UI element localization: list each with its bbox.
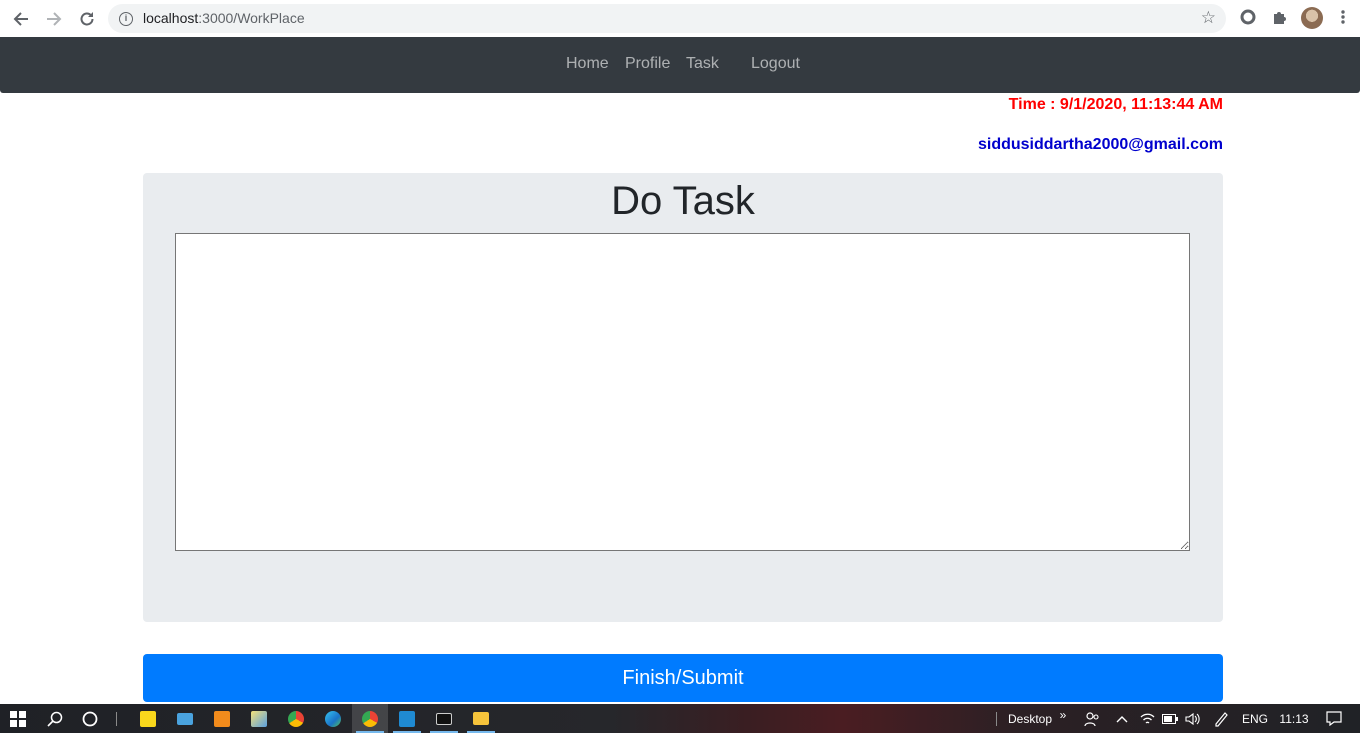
forward-arrow-icon[interactable]	[42, 7, 66, 31]
windows-start-icon[interactable]	[0, 704, 36, 733]
people-icon[interactable]	[1080, 704, 1104, 733]
extension-circle-icon[interactable]	[1240, 9, 1256, 30]
chevron-up-icon[interactable]	[1112, 704, 1132, 733]
action-center-icon[interactable]	[1320, 704, 1348, 733]
nav-task-link[interactable]: Task	[686, 55, 719, 73]
back-arrow-icon[interactable]	[9, 7, 33, 31]
search-icon[interactable]	[37, 704, 73, 733]
reload-icon[interactable]	[75, 7, 99, 31]
address-bar[interactable]: i localhost:3000/WorkPlace ☆	[108, 4, 1226, 33]
battery-icon[interactable]	[1160, 704, 1180, 733]
nav-profile-link[interactable]: Profile	[625, 55, 670, 73]
kebab-menu-icon[interactable]	[1340, 9, 1346, 30]
extensions-puzzle-icon[interactable]	[1271, 9, 1288, 31]
bookmark-star-icon[interactable]: ☆	[1201, 8, 1216, 28]
volume-icon[interactable]	[1183, 704, 1203, 733]
vscode-icon[interactable]	[389, 704, 425, 733]
this-pc-icon[interactable]	[167, 704, 203, 733]
pen-workspace-icon[interactable]	[1210, 704, 1232, 733]
edge-icon[interactable]	[315, 704, 351, 733]
chrome-icon-active[interactable]	[352, 704, 388, 733]
app-navbar: Home Profile Task Logout	[0, 37, 1360, 93]
language-indicator[interactable]: ENG	[1238, 704, 1272, 733]
paint-icon[interactable]	[241, 704, 277, 733]
task-panel: Do Task	[143, 173, 1223, 622]
nav-logout-link[interactable]: Logout	[751, 55, 800, 73]
chevron-double-right-icon[interactable]: »	[1056, 700, 1070, 729]
url-text[interactable]: localhost:3000/WorkPlace	[143, 10, 305, 26]
desktop-toolbar-label[interactable]: Desktop	[1003, 704, 1057, 733]
profile-avatar[interactable]	[1301, 7, 1323, 29]
nav-home-link[interactable]: Home	[566, 55, 609, 73]
toolbar-separator	[992, 704, 1000, 733]
os-taskbar: Desktop » ENG 11:13	[0, 704, 1360, 733]
cortana-icon[interactable]	[72, 704, 108, 733]
task-textarea[interactable]	[175, 233, 1190, 551]
cmd-icon[interactable]	[426, 704, 462, 733]
sticky-notes-icon[interactable]	[130, 704, 166, 733]
finish-submit-button[interactable]: Finish/Submit	[143, 654, 1223, 702]
page-title: Do Task	[611, 179, 755, 223]
sublime-text-icon[interactable]	[204, 704, 240, 733]
taskbar-clock[interactable]: 11:13	[1273, 704, 1315, 733]
browser-toolbar: i localhost:3000/WorkPlace ☆	[0, 0, 1360, 37]
current-time: Time : 9/1/2020, 11:13:44 AM	[1008, 96, 1223, 113]
taskbar-divider	[111, 704, 121, 733]
file-explorer-icon[interactable]	[463, 704, 499, 733]
info-icon[interactable]: i	[119, 12, 133, 26]
user-email: siddusiddartha2000@gmail.com	[977, 136, 1223, 153]
chrome-icon[interactable]	[278, 704, 314, 733]
wifi-icon[interactable]	[1137, 704, 1157, 733]
